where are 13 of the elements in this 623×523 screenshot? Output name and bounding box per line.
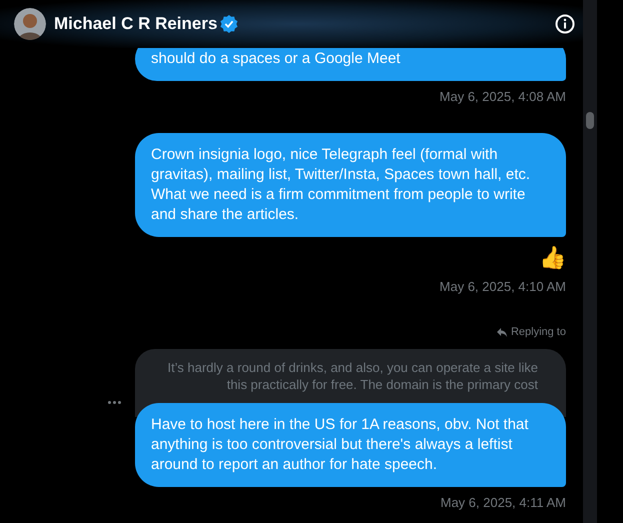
timestamp: May 6, 2025, 4:08 AM <box>440 88 566 106</box>
message-bubble: Have to host here in the US for 1A reasons, obv. Not that anything is too controversial but there's always a leftist around to report an author for hate speech. <box>135 402 566 486</box>
more-options-icon[interactable] <box>108 400 121 404</box>
reply-icon <box>496 328 507 337</box>
message-bubble: Crown insignia logo, nice Telegraph feel (formal with gravitas), mailing list, Twitter/Insta, Spaces town hall, etc. What we need is a firm commitment from people to write and share the articles. <box>135 132 566 236</box>
thumbs-up-icon: 👍 <box>539 244 566 270</box>
contact-name: Michael C R Reiners <box>54 13 218 36</box>
replying-to-label: Replying to <box>496 324 566 340</box>
info-icon[interactable] <box>555 14 575 34</box>
scrollbar[interactable] <box>583 0 597 523</box>
avatar <box>14 8 46 40</box>
timestamp: May 6, 2025, 4:10 AM <box>440 278 566 296</box>
timestamp: May 6, 2025, 4:11 AM <box>440 494 566 512</box>
